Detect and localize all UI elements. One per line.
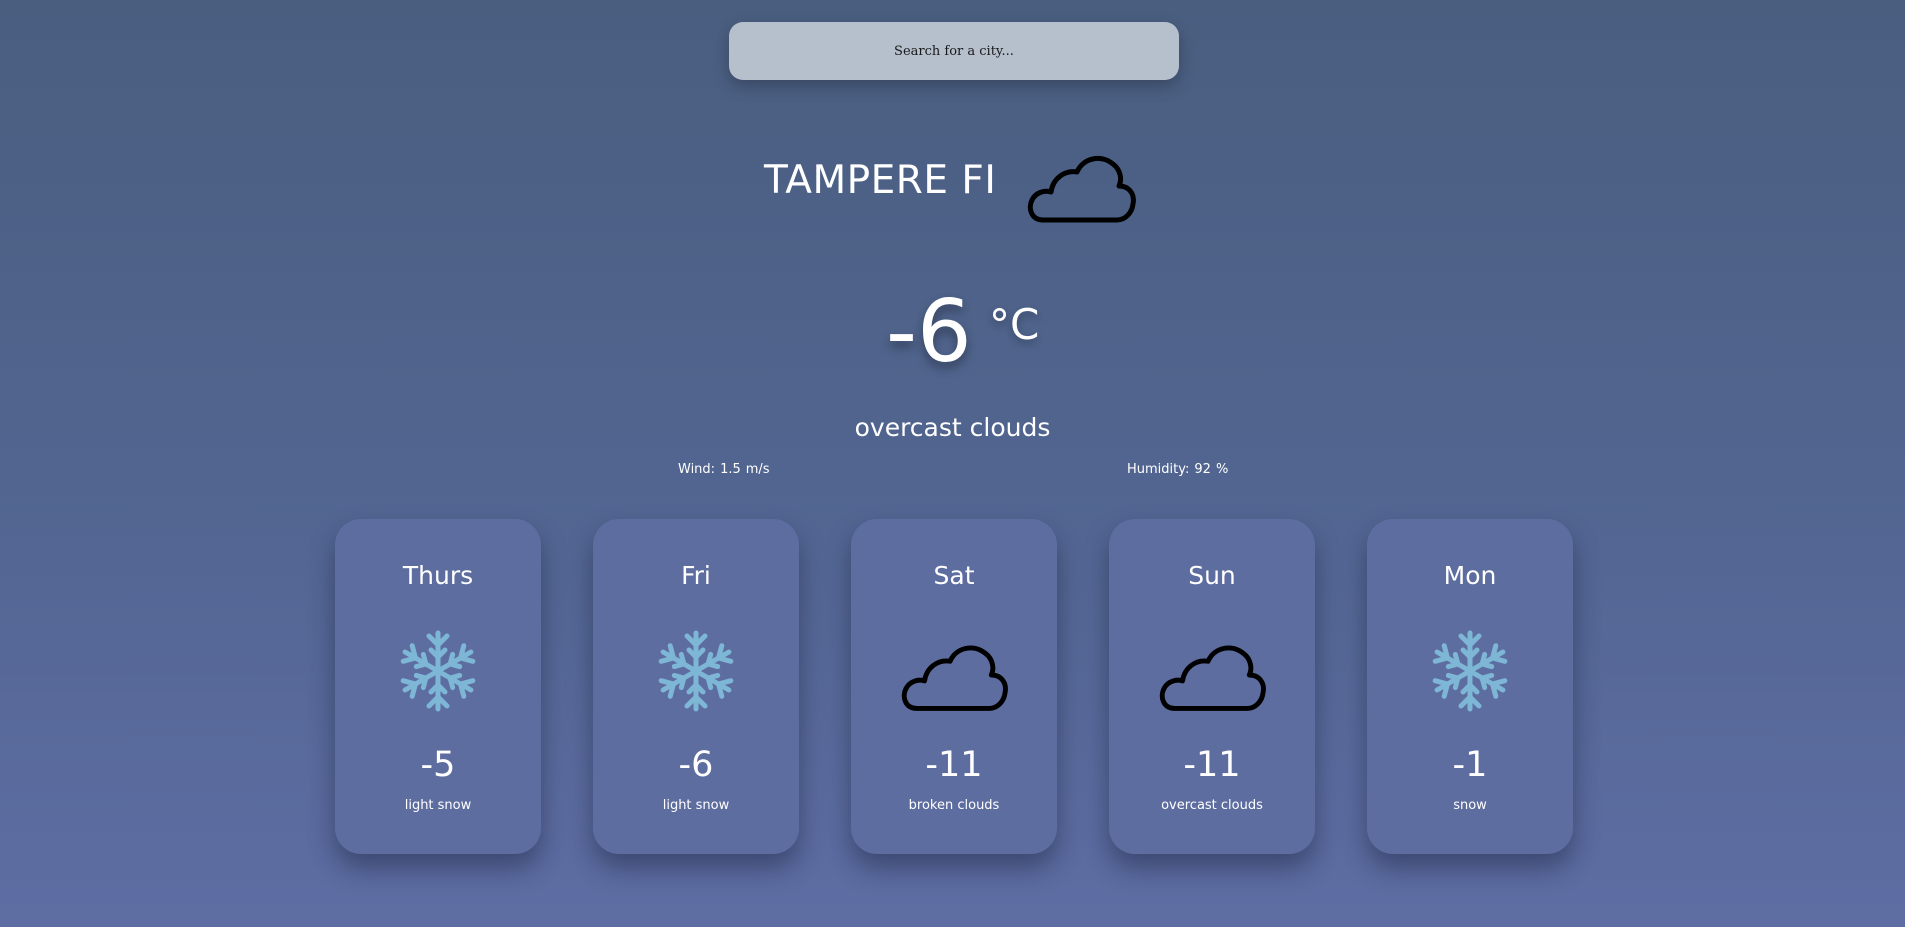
forecast-temp: -1 bbox=[1452, 745, 1488, 785]
temperature-unit: °C bbox=[989, 300, 1040, 349]
wind-stat: Wind: 1.5 m/s bbox=[678, 462, 775, 477]
forecast-temp: -11 bbox=[1183, 745, 1241, 785]
humidity-unit: % bbox=[1215, 462, 1229, 477]
forecast-day: Mon bbox=[1443, 561, 1497, 590]
forecast-temp: -11 bbox=[925, 745, 983, 785]
forecast-card: Mon -1 snow bbox=[1367, 519, 1573, 854]
forecast-desc: snow bbox=[1453, 798, 1487, 813]
forecast-card: Sat -11 broken clouds bbox=[851, 519, 1057, 854]
wind-value: 1.5 bbox=[720, 462, 741, 477]
humidity-stat: Humidity: 92% bbox=[1127, 462, 1233, 477]
cloud-icon bbox=[1025, 148, 1137, 224]
temperature-value: -6 bbox=[886, 282, 972, 382]
forecast-day: Fri bbox=[681, 561, 711, 590]
forecast-card: Fri -6 light snow bbox=[593, 519, 799, 854]
humidity-label: Humidity: bbox=[1127, 462, 1190, 477]
forecast-card: Sun -11 overcast clouds bbox=[1109, 519, 1315, 854]
humidity-value: 92 bbox=[1194, 462, 1211, 477]
cloud-icon bbox=[1157, 629, 1267, 713]
forecast-day: Sat bbox=[933, 561, 975, 590]
forecast-card: Thurs -5 light snow bbox=[335, 519, 541, 854]
forecast-list: Thurs -5 light snow Fri -6 light snow Sa… bbox=[0, 519, 1905, 854]
snowflake-icon bbox=[1415, 629, 1525, 713]
forecast-temp: -5 bbox=[420, 745, 456, 785]
forecast-day: Thurs bbox=[402, 561, 474, 590]
snowflake-icon bbox=[383, 629, 493, 713]
search-bar bbox=[729, 22, 1179, 80]
search-input[interactable] bbox=[729, 22, 1179, 80]
current-temperature: -6 °C bbox=[0, 282, 1905, 392]
wind-label: Wind: bbox=[678, 462, 716, 477]
forecast-desc: light snow bbox=[662, 798, 730, 813]
forecast-desc: broken clouds bbox=[908, 798, 1000, 813]
current-header: TAMPERE FI bbox=[0, 148, 1905, 228]
city-name: TAMPERE FI bbox=[764, 158, 997, 203]
cloud-icon bbox=[899, 629, 1009, 713]
wind-unit: m/s bbox=[745, 462, 770, 477]
snowflake-icon bbox=[641, 629, 751, 713]
forecast-temp: -6 bbox=[678, 745, 714, 785]
forecast-desc: light snow bbox=[404, 798, 472, 813]
forecast-desc: overcast clouds bbox=[1161, 798, 1263, 813]
weather-description: overcast clouds bbox=[854, 413, 1051, 442]
forecast-day: Sun bbox=[1188, 561, 1236, 590]
